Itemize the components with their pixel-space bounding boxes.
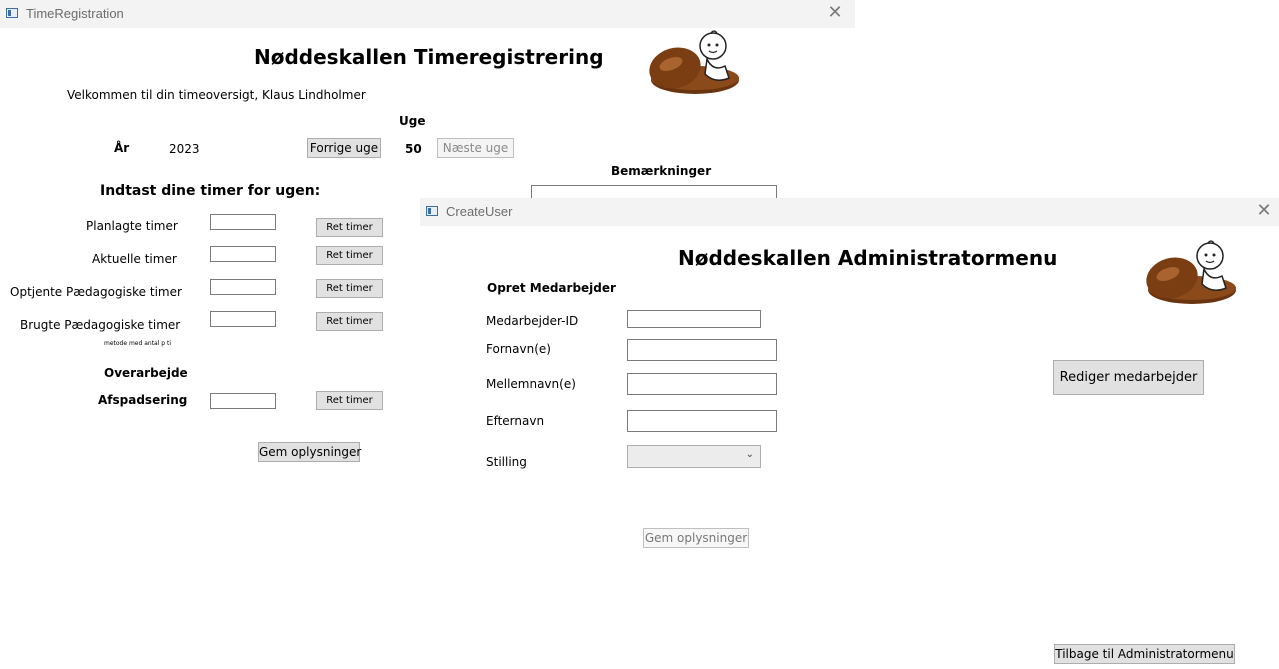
time-off-edit-button[interactable]: Ret timer — [316, 391, 383, 410]
actual-hours-input[interactable] — [210, 246, 276, 262]
earned-pedagogic-hours-input[interactable] — [210, 279, 276, 295]
window-title: TimeRegistration — [26, 6, 124, 21]
page-title: Nøddeskallen Timeregistrering — [254, 45, 604, 69]
title-bar[interactable]: CreateUser ✕ — [420, 198, 1279, 226]
page-title: Nøddeskallen Administratormenu — [678, 246, 1058, 270]
time-off-input[interactable] — [210, 393, 276, 409]
used-pedagogic-hours-edit-button[interactable]: Ret timer — [316, 312, 383, 331]
back-to-admin-menu-button[interactable]: Tilbage til Administratormenu — [1054, 644, 1235, 664]
actual-hours-label: Aktuelle timer — [92, 252, 177, 266]
last-name-label: Efternavn — [486, 414, 545, 428]
time-off-label: Afspadsering — [98, 393, 188, 407]
enter-hours-heading: Indtast dine timer for ugen: — [100, 183, 321, 199]
used-pedagogic-hours-input[interactable] — [210, 311, 276, 327]
remarks-label: Bemærkninger — [611, 164, 712, 178]
close-icon[interactable]: ✕ — [1252, 200, 1276, 222]
next-week-button[interactable]: Næste uge — [437, 138, 514, 158]
last-name-input[interactable] — [627, 410, 777, 432]
chevron-down-icon: ⌄ — [745, 449, 754, 460]
nutshell-baby-logo — [1146, 240, 1236, 304]
actual-hours-edit-button[interactable]: Ret timer — [316, 246, 383, 265]
year-value: 2023 — [169, 142, 200, 156]
earned-pedagogic-hours-label: Optjente Pædagogiske timer — [10, 285, 182, 299]
position-select[interactable]: ⌄ — [627, 445, 761, 468]
first-name-label: Fornavn(e) — [486, 342, 551, 356]
app-window-icon — [426, 206, 438, 216]
position-label: Stilling — [486, 455, 527, 469]
nutshell-baby-logo — [649, 30, 739, 94]
middle-name-label: Mellemnavn(e) — [486, 377, 576, 391]
save-info-button[interactable]: Gem oplysninger — [258, 442, 361, 462]
week-value: 50 — [405, 142, 422, 156]
planned-hours-label: Planlagte timer — [86, 219, 178, 233]
title-bar[interactable]: TimeRegistration ✕ — [0, 0, 855, 28]
create-user-window: CreateUser ✕ Nøddeskallen Administratorm… — [420, 198, 1279, 669]
first-name-input[interactable] — [627, 339, 777, 361]
earned-pedagogic-hours-edit-button[interactable]: Ret timer — [316, 279, 383, 298]
welcome-text: Velkommen til din timeoversigt, Klaus Li… — [67, 88, 366, 102]
employee-id-label: Medarbejder-ID — [486, 314, 579, 328]
week-label: Uge — [399, 114, 426, 128]
save-info-button[interactable]: Gem oplysninger — [643, 528, 749, 548]
create-employee-heading: Opret Medarbejder — [487, 281, 616, 295]
close-icon[interactable]: ✕ — [823, 2, 847, 24]
employee-id-input[interactable] — [627, 310, 761, 328]
year-label: År — [114, 141, 130, 155]
previous-week-button[interactable]: Forrige uge — [307, 138, 381, 158]
middle-name-input[interactable] — [627, 373, 777, 395]
edit-employee-button[interactable]: Rediger medarbejder — [1053, 360, 1204, 395]
overtime-label: Overarbejde — [104, 366, 188, 380]
planned-hours-edit-button[interactable]: Ret timer — [316, 218, 383, 237]
method-note: metode med antal p ti — [104, 340, 172, 347]
window-title: CreateUser — [446, 204, 513, 219]
planned-hours-input[interactable] — [210, 214, 276, 230]
app-window-icon — [6, 8, 18, 18]
used-pedagogic-hours-label: Brugte Pædagogiske timer — [20, 318, 181, 332]
